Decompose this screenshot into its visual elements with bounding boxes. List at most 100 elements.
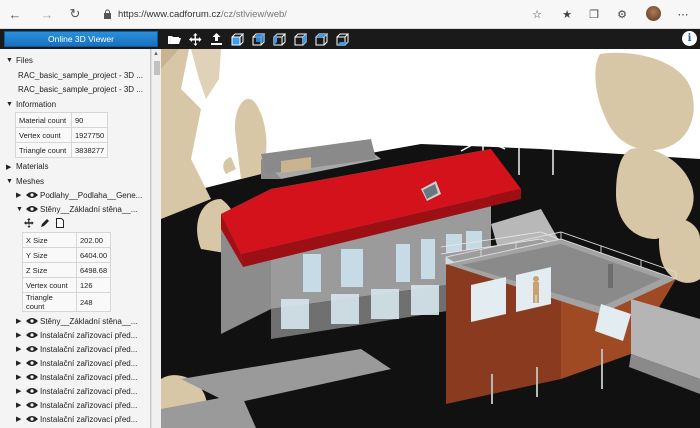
mesh-tools xyxy=(24,218,64,230)
eye-icon[interactable] xyxy=(26,345,38,353)
expand-arrow-icon[interactable]: ▶ xyxy=(16,415,26,423)
forward-icon[interactable]: → xyxy=(38,5,56,23)
cube-back-icon[interactable] xyxy=(250,31,266,47)
mesh-details-table: X Size 202.00 Y Size 6404.00 Z Size 6498.68… xyxy=(22,232,112,312)
information-section-header[interactable]: ▼ Information xyxy=(6,99,56,110)
extensions-icon[interactable]: ⚙ xyxy=(613,5,631,23)
detail-value: 202.00 xyxy=(75,232,112,248)
mesh-label: Instalační zařizovací před... xyxy=(40,372,138,382)
file-item[interactable]: RAC_basic_sample_project - 3D ... xyxy=(18,83,146,95)
eye-icon[interactable] xyxy=(26,331,38,339)
mesh-item[interactable]: ▶ Instalační zařizovací před... xyxy=(16,399,148,411)
pencil-icon[interactable] xyxy=(40,218,50,230)
building-model[interactable] xyxy=(161,49,700,428)
table-row: Material count 90 xyxy=(15,112,109,128)
mesh-item[interactable]: ▶ Instalační zařizovací před... xyxy=(16,357,148,369)
eye-icon[interactable] xyxy=(26,401,38,409)
info-icon[interactable]: i xyxy=(682,31,697,46)
detail-label: Z Size xyxy=(22,262,77,278)
cube-left-icon[interactable] xyxy=(271,31,287,47)
menu-icon[interactable]: ⋯ xyxy=(674,5,692,23)
scrollbar-thumb[interactable] xyxy=(154,61,160,75)
online-3d-viewer-button[interactable]: Online 3D Viewer xyxy=(4,31,158,47)
detail-value: 248 xyxy=(75,292,112,312)
address-bar[interactable]: https://www.cadforum.cz/cz/stlview/web/ xyxy=(100,4,520,24)
file-item[interactable]: RAC_basic_sample_project - 3D ... xyxy=(18,69,146,81)
url-host: https://www.cadforum.cz xyxy=(118,8,221,20)
collapse-arrow-icon: ▼ xyxy=(6,178,13,185)
eye-icon[interactable] xyxy=(26,317,38,325)
expand-arrow-icon[interactable]: ▶ xyxy=(16,317,26,325)
collapse-arrow-icon: ▼ xyxy=(6,101,13,108)
collections-icon[interactable]: ❐ xyxy=(585,5,603,23)
favorite-add-icon[interactable]: ☆ xyxy=(528,5,546,23)
detail-label: Triangle count xyxy=(22,292,77,312)
folder-open-icon[interactable] xyxy=(166,31,182,47)
detail-value: 6404.00 xyxy=(75,247,112,263)
expand-arrow-icon[interactable]: ▶ xyxy=(16,373,26,381)
table-row: Vertex count 126 xyxy=(22,277,112,293)
detail-label: Vertex count xyxy=(22,277,77,293)
side-panel: ▼ Files RAC_basic_sample_project - 3D ..… xyxy=(0,49,151,428)
mesh-label: Stěny__Základní stěna__... xyxy=(40,204,138,214)
mesh-label: Instalační zařizovací před... xyxy=(40,330,138,340)
expand-arrow-icon[interactable]: ▶ xyxy=(16,387,26,395)
3d-viewport[interactable] xyxy=(161,49,700,428)
meshes-section-header[interactable]: ▼ Meshes xyxy=(6,176,44,187)
move-icon[interactable] xyxy=(24,218,34,230)
expand-arrow-icon[interactable]: ▶ xyxy=(16,331,26,339)
back-icon[interactable]: ← xyxy=(6,5,24,23)
info-value: 3838277 xyxy=(70,142,109,158)
mesh-label: Podlahy__Podlaha__Gene... xyxy=(40,190,143,200)
mesh-label: Instalační zařizovací před... xyxy=(40,344,138,354)
mesh-item[interactable]: ▶ Podlahy__Podlaha__Gene... xyxy=(16,189,148,201)
table-row: Triangle count 248 xyxy=(22,292,112,312)
eye-icon[interactable] xyxy=(26,373,38,381)
lock-icon xyxy=(100,9,114,19)
panel-scrollbar[interactable]: ▲ xyxy=(151,49,161,428)
cube-bottom-icon[interactable] xyxy=(334,31,350,47)
app-toolbar: Online 3D Viewer i xyxy=(0,29,700,49)
mesh-item[interactable]: ▶ Instalační zařizovací před... xyxy=(16,343,148,355)
eye-icon[interactable] xyxy=(26,191,38,199)
cube-top-icon[interactable] xyxy=(313,31,329,47)
mesh-item[interactable]: ▶ Instalační zařizovací před... xyxy=(16,329,148,341)
mesh-item[interactable]: ▶ Instalační zařizovací před... xyxy=(16,385,148,397)
scroll-up-icon[interactable]: ▲ xyxy=(153,51,159,57)
detail-value: 126 xyxy=(75,277,112,293)
mesh-item[interactable]: ▶ Instalační zařizovací před... xyxy=(16,413,148,425)
file-icon[interactable] xyxy=(56,218,64,230)
mesh-item[interactable]: ▶ Instalační zařizovací před... xyxy=(16,371,148,383)
files-section-header[interactable]: ▼ Files xyxy=(6,55,33,66)
eye-icon[interactable] xyxy=(26,205,38,213)
mesh-item[interactable]: ▼ Stěny__Základní stěna__... xyxy=(16,203,148,215)
table-row: Y Size 6404.00 xyxy=(22,247,112,263)
expand-arrow-icon[interactable]: ▶ xyxy=(16,401,26,409)
collapse-arrow-icon[interactable]: ▼ xyxy=(16,206,26,213)
reload-icon[interactable]: ↻ xyxy=(66,5,84,23)
avatar[interactable] xyxy=(646,6,661,21)
materials-title: Materials xyxy=(16,162,49,171)
mesh-label: Instalační zařizovací před... xyxy=(40,400,138,410)
upload-icon[interactable] xyxy=(208,31,224,47)
move-icon[interactable] xyxy=(187,31,203,47)
eye-icon[interactable] xyxy=(26,359,38,367)
expand-arrow-icon[interactable]: ▶ xyxy=(16,345,26,353)
meshes-title: Meshes xyxy=(16,177,45,186)
mesh-label: Instalační zařizovací před... xyxy=(40,358,138,368)
expand-arrow-icon[interactable]: ▶ xyxy=(16,359,26,367)
cube-right-icon[interactable] xyxy=(292,31,308,47)
url-path: /cz/stlview/web/ xyxy=(220,8,287,20)
browser-toolbar: ← → ↻ https://www.cadforum.cz/cz/stlview… xyxy=(0,0,700,29)
information-table: Material count 90 Vertex count 1927750 Tri… xyxy=(15,112,109,158)
info-value: 1927750 xyxy=(70,127,109,143)
detail-value: 6498.68 xyxy=(75,262,112,278)
favorites-icon[interactable]: ★ xyxy=(558,5,576,23)
mesh-item[interactable]: ▶ Stěny__Základní stěna__... xyxy=(16,315,148,327)
eye-icon[interactable] xyxy=(26,415,38,423)
expand-arrow-icon[interactable]: ▶ xyxy=(16,191,26,199)
info-label: Material count xyxy=(15,112,72,128)
cube-front-icon[interactable] xyxy=(229,31,245,47)
eye-icon[interactable] xyxy=(26,387,38,395)
materials-section-header[interactable]: ▶ Materials xyxy=(6,161,48,172)
